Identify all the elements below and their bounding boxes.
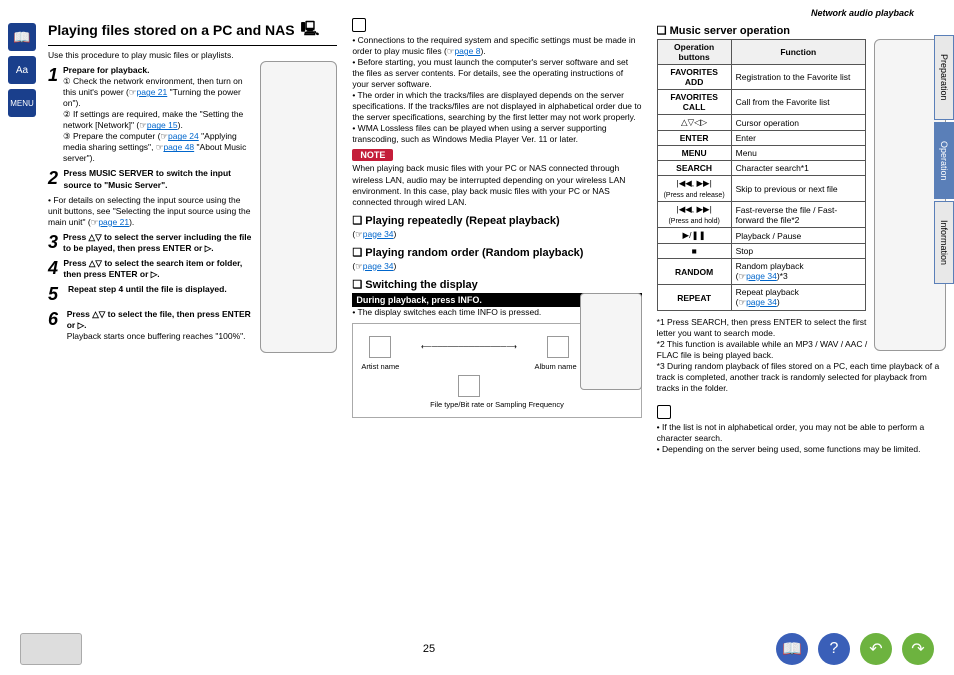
step-3: 3Press △▽ to select the server including… (48, 232, 255, 254)
footnote-3: *3 During random playback of files store… (657, 361, 946, 394)
pencil-icon (657, 405, 671, 419)
tab-information[interactable]: Information (934, 201, 954, 284)
page-title: Playing files stored on a PC and NAS🖳 (48, 18, 337, 46)
link-page48[interactable]: page 48 (163, 142, 194, 152)
hand-icon: ☞ (355, 229, 363, 239)
intro-text: Use this procedure to play music files o… (48, 50, 337, 61)
bullet-before: • Before starting, you must launch the c… (352, 57, 641, 90)
side-tabs: Preparation Operation Information (934, 35, 954, 286)
link-page21[interactable]: page 21 (137, 87, 168, 97)
back-icon[interactable]: ↶ (860, 633, 892, 665)
switch-heading: ❏ Switching the display (352, 278, 641, 291)
remote-illustration (260, 61, 337, 353)
end-note-2: • Depending on the server being used, so… (657, 444, 946, 455)
nas-icon: 🖳 (301, 18, 320, 42)
hand-icon: ☞ (355, 261, 363, 271)
random-heading: ❏ Playing random order (Random playback) (352, 246, 641, 259)
display-icon (547, 336, 569, 358)
link-page15[interactable]: page 15 (147, 120, 178, 130)
operation-table: Operation buttonsFunction FAVORITES ADDR… (657, 39, 866, 311)
note-label: NOTE (352, 149, 393, 161)
glossary-icon[interactable]: Aa (8, 56, 36, 84)
link-page21b[interactable]: page 21 (98, 217, 129, 227)
tab-preparation[interactable]: Preparation (934, 35, 954, 120)
hand-icon: ☞ (160, 131, 168, 141)
tab-operation[interactable]: Operation (934, 122, 954, 200)
pencil-icon (352, 18, 366, 32)
bullet-wma: • WMA Lossless files can be played when … (352, 123, 641, 145)
hand-icon: ☞ (738, 271, 746, 281)
device-thumbnail[interactable] (20, 633, 82, 665)
link-repeat[interactable]: page 34 (363, 229, 394, 239)
link-random[interactable]: page 34 (363, 261, 394, 271)
end-note-1: • If the list is not in alphabetical ord… (657, 422, 946, 444)
page-number: 25 (423, 643, 435, 655)
note-text: When playing back music files with your … (352, 163, 641, 207)
hand-icon: ☞ (139, 120, 147, 130)
remote-small (580, 293, 642, 390)
bullet-order: • The order in which the tracks/files ar… (352, 90, 641, 123)
step-2: 2Press MUSIC SERVER to switch the input … (48, 168, 255, 190)
step-6: 6Press △▽ to select the file, then press… (48, 309, 255, 342)
link-repeat-tbl[interactable]: page 34 (746, 297, 777, 307)
display-icon (458, 375, 480, 397)
step-4: 4Press △▽ to select the search item or f… (48, 258, 255, 280)
display-icon (369, 336, 391, 358)
step-5: 5Repeat step 4 until the file is display… (48, 284, 255, 305)
link-page24[interactable]: page 24 (168, 131, 199, 141)
bullet-conn: • Connections to the required system and… (352, 35, 641, 57)
music-server-heading: ❏ Music server operation (657, 24, 946, 37)
book-icon[interactable]: 📖 (8, 23, 36, 51)
hand-icon: ☞ (129, 87, 137, 97)
link-random-tbl[interactable]: page 34 (746, 271, 777, 281)
menu-icon[interactable]: MENU (8, 89, 36, 117)
step-1: 1 Prepare for playback. ① Check the netw… (48, 65, 255, 164)
book-nav-icon[interactable]: 📖 (776, 633, 808, 665)
hand-icon: ☞ (738, 297, 746, 307)
section-header: Network audio playback (0, 0, 954, 18)
link-page8[interactable]: page 8 (454, 46, 480, 56)
forward-icon[interactable]: ↷ (902, 633, 934, 665)
repeat-heading: ❏ Playing repeatedly (Repeat playback) (352, 214, 641, 227)
help-icon[interactable]: ? (818, 633, 850, 665)
left-nav: 📖 Aa MENU (8, 18, 38, 455)
